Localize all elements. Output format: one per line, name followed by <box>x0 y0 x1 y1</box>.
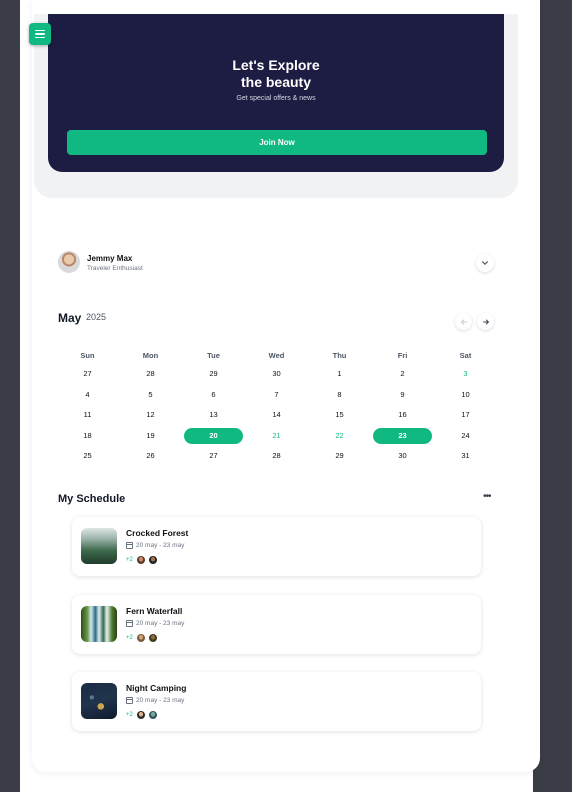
weekday-label: Wed <box>268 350 285 360</box>
weekday-label: Sun <box>80 350 95 360</box>
calendar-day[interactable]: 25 <box>56 448 119 464</box>
participants: +2 <box>126 555 158 565</box>
calendar-icon <box>126 620 133 627</box>
calendar-day[interactable]: 27 <box>182 448 245 464</box>
calendar-month: May <box>58 311 82 325</box>
calendar-grid: Sun Mon Tue Wed Thu Fri Sat 27 28 29 30 … <box>56 346 497 467</box>
participant-avatar <box>135 555 146 565</box>
calendar-day[interactable]: 10 <box>434 387 497 403</box>
calendar-day[interactable]: 28 <box>119 366 182 382</box>
chevron-down-icon <box>482 261 488 265</box>
calendar-day[interactable]: 18 <box>56 428 119 444</box>
calendar-day[interactable]: 31 <box>434 448 497 464</box>
participants: +2 <box>126 710 158 720</box>
calendar-icon <box>126 542 133 549</box>
prev-month-button[interactable] <box>455 313 472 330</box>
calendar-day[interactable]: 24 <box>434 428 497 444</box>
trip-dates: 20 may - 23 may <box>126 620 184 627</box>
calendar-day[interactable]: 6 <box>182 387 245 403</box>
calendar-day[interactable]: 30 <box>371 448 434 464</box>
profile-row[interactable]: Jemmy Max Traveler Enthusiast <box>58 251 498 277</box>
calendar-day[interactable]: 9 <box>371 387 434 403</box>
calendar-day[interactable]: 19 <box>119 428 182 444</box>
participant-count: +2 <box>126 557 133 563</box>
calendar-day-in-range[interactable]: 22 <box>308 428 371 444</box>
participant-avatar <box>147 555 158 565</box>
arrow-left-icon <box>460 319 467 324</box>
hero-title: Let's Explore the beauty <box>232 57 320 90</box>
calendar-day[interactable]: 30 <box>245 366 308 382</box>
weekday-header: Sun Mon Tue Wed Thu Fri Sat <box>56 346 497 364</box>
calendar-day-selected[interactable]: 20 <box>184 427 243 444</box>
weekday-label: Thu <box>332 350 347 360</box>
calendar-day[interactable]: 12 <box>119 407 182 423</box>
participant-count: +2 <box>126 712 133 718</box>
calendar-day[interactable]: 3 <box>434 366 497 382</box>
hero-subtitle: Get special offers & news <box>236 95 316 102</box>
weekday-label: Mon <box>142 350 159 360</box>
promo-banner: Let's Explore the beauty Get special off… <box>48 14 504 172</box>
trip-thumbnail <box>81 528 117 564</box>
calendar-day[interactable]: 4 <box>56 387 119 403</box>
calendar-day[interactable]: 8 <box>308 387 371 403</box>
weekday-label: Tue <box>207 350 220 360</box>
calendar-day[interactable]: 15 <box>308 407 371 423</box>
profile-name: Jemmy Max <box>87 254 133 263</box>
calendar-week: 18 19 20 21 22 23 24 <box>56 426 497 447</box>
calendar-day[interactable]: 14 <box>245 407 308 423</box>
calendar-day[interactable]: 28 <box>245 448 308 464</box>
calendar-day[interactable]: 1 <box>308 366 371 382</box>
calendar-week: 4 5 6 7 8 9 10 <box>56 385 497 406</box>
calendar-day[interactable]: 17 <box>434 407 497 423</box>
calendar-week: 25 26 27 28 29 30 31 <box>56 446 497 467</box>
weekday-label: Fri <box>397 350 408 360</box>
calendar-day[interactable]: 27 <box>56 366 119 382</box>
trip-title: Night Camping <box>126 683 187 693</box>
participant-avatar <box>135 633 146 643</box>
participant-avatar <box>147 633 158 643</box>
profile-role: Traveler Enthusiast <box>87 265 143 272</box>
more-horizontal-icon[interactable]: ••• <box>483 491 491 502</box>
participant-avatar <box>135 710 146 720</box>
calendar-day-in-range[interactable]: 21 <box>245 428 308 444</box>
trip-thumbnail <box>81 606 117 642</box>
calendar-icon <box>126 697 133 704</box>
calendar-day[interactable]: 7 <box>245 387 308 403</box>
next-month-button[interactable] <box>477 313 494 330</box>
calendar-day-selected[interactable]: 23 <box>373 427 432 444</box>
join-now-button[interactable]: Join Now <box>67 130 487 155</box>
participants: +2 <box>126 633 158 643</box>
calendar-week: 27 28 29 30 1 2 3 <box>56 364 497 385</box>
schedule-card[interactable]: Fern Waterfall 20 may - 23 may +2 <box>72 595 481 654</box>
calendar-year: 2025 <box>86 312 107 322</box>
calendar-day[interactable]: 26 <box>119 448 182 464</box>
trip-dates: 20 may - 23 may <box>126 697 184 704</box>
calendar-week: 11 12 13 14 15 16 17 <box>56 405 497 426</box>
profile-toggle-button[interactable] <box>476 254 494 272</box>
trip-title: Fern Waterfall <box>126 606 183 616</box>
arrow-right-icon <box>482 319 489 324</box>
hero-container: Let's Explore the beauty Get special off… <box>34 14 518 198</box>
hamburger-icon <box>35 29 45 32</box>
weekday-label: Sat <box>459 350 472 360</box>
schedule-card[interactable]: Crocked Forest 20 may - 23 may +2 <box>72 517 481 576</box>
trip-title: Crocked Forest <box>126 528 189 538</box>
calendar-day[interactable]: 13 <box>182 407 245 423</box>
calendar-day[interactable]: 16 <box>371 407 434 423</box>
calendar-day[interactable]: 2 <box>371 366 434 382</box>
schedule-card[interactable]: Night Camping 20 may - 23 may +2 <box>72 672 481 731</box>
avatar <box>58 251 80 273</box>
participant-count: +2 <box>126 635 133 641</box>
calendar-day[interactable]: 29 <box>308 448 371 464</box>
calendar-day[interactable]: 29 <box>182 366 245 382</box>
schedule-title: My Schedule <box>58 493 126 505</box>
trip-dates: 20 may - 23 may <box>126 542 184 549</box>
trip-thumbnail <box>81 683 117 719</box>
menu-button[interactable] <box>29 23 51 45</box>
calendar-day[interactable]: 5 <box>119 387 182 403</box>
participant-avatar <box>147 710 158 720</box>
calendar-day[interactable]: 11 <box>56 407 119 423</box>
